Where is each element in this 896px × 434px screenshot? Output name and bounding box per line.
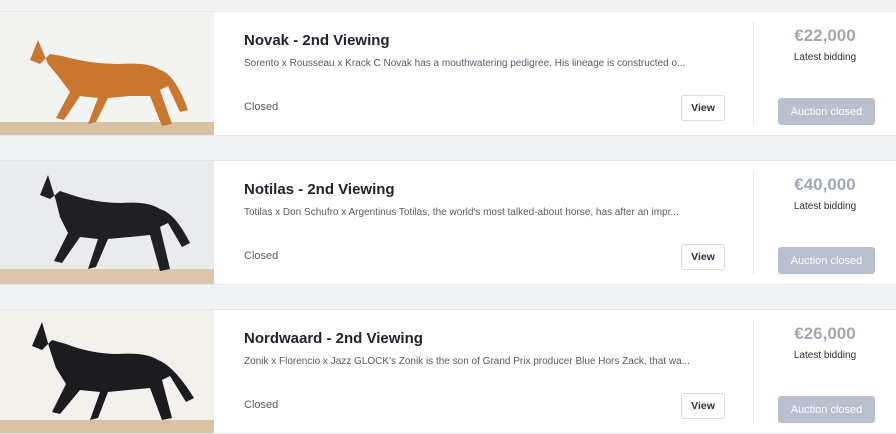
horse-image [0, 161, 214, 284]
listing-title[interactable]: Nordwaard - 2nd Viewing [244, 330, 423, 347]
listing-info: Nordwaard - 2nd Viewing Zonik x Florenci… [214, 310, 753, 433]
latest-bidding-label: Latest bidding [793, 201, 857, 212]
price-column: €26,000 Latest bidding Auction closed [753, 320, 896, 423]
latest-bidding-label: Latest bidding [793, 350, 857, 361]
listing-info: Notilas - 2nd Viewing Totilas x Don Schu… [214, 161, 753, 284]
horse-photo[interactable] [0, 310, 214, 433]
latest-bid-price: €26,000 [794, 324, 856, 343]
view-button[interactable]: View [681, 95, 725, 121]
latest-bidding-label: Latest bidding [793, 52, 857, 63]
horse-image [0, 310, 214, 433]
auction-closed-button: Auction closed [778, 247, 875, 274]
listing-status: Closed [244, 399, 279, 411]
auction-closed-button: Auction closed [778, 396, 875, 423]
listing-description: Zonik x Florencio x Jazz GLOCK's Zonik i… [244, 356, 690, 367]
auction-list: Novak - 2nd Viewing Sorento x Rousseau x… [0, 0, 896, 434]
latest-bid-price: €40,000 [794, 175, 856, 194]
listing-card[interactable]: Nordwaard - 2nd Viewing Zonik x Florenci… [0, 309, 896, 434]
listing-title[interactable]: Novak - 2nd Viewing [244, 32, 390, 49]
latest-bid-price: €22,000 [794, 26, 856, 45]
listing-title[interactable]: Notilas - 2nd Viewing [244, 181, 395, 198]
listing-card[interactable]: Novak - 2nd Viewing Sorento x Rousseau x… [0, 11, 896, 136]
listing-description: Sorento x Rousseau x Krack C Novak has a… [244, 58, 686, 69]
view-button[interactable]: View [681, 244, 725, 270]
price-column: €22,000 Latest bidding Auction closed [753, 22, 896, 125]
price-column: €40,000 Latest bidding Auction closed [753, 171, 896, 274]
listing-status: Closed [244, 250, 279, 262]
auction-closed-button: Auction closed [778, 98, 875, 125]
horse-image [0, 12, 214, 135]
listing-info: Novak - 2nd Viewing Sorento x Rousseau x… [214, 12, 753, 135]
listing-card[interactable]: Notilas - 2nd Viewing Totilas x Don Schu… [0, 160, 896, 285]
horse-photo[interactable] [0, 161, 214, 284]
listing-status: Closed [244, 101, 279, 113]
listing-description: Totilas x Don Schufro x Argentinus Totil… [244, 207, 679, 218]
horse-photo[interactable] [0, 12, 214, 135]
view-button[interactable]: View [681, 393, 725, 419]
